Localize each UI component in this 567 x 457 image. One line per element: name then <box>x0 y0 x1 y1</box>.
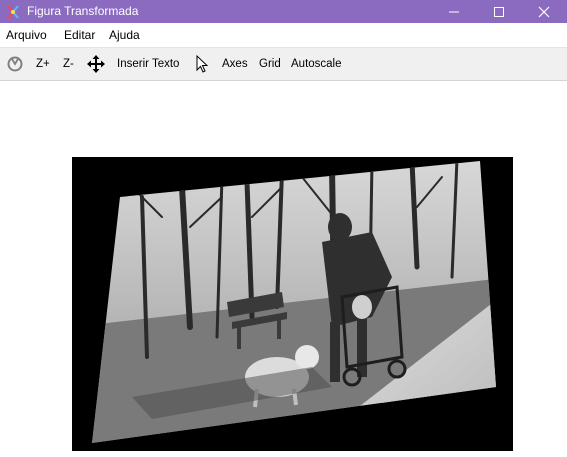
maximize-icon <box>494 7 504 17</box>
insert-text-button[interactable]: Inserir Texto <box>117 57 179 71</box>
figure-axes-area[interactable] <box>72 157 513 451</box>
app-icon <box>7 5 19 19</box>
zoom-in-button[interactable]: Z+ <box>36 57 50 71</box>
menu-arquivo[interactable]: Arquivo <box>6 28 47 42</box>
minimize-icon <box>449 11 459 13</box>
menu-ajuda[interactable]: Ajuda <box>109 28 140 42</box>
close-button[interactable] <box>521 0 567 23</box>
transformed-photo <box>92 161 496 443</box>
grid-button[interactable]: Grid <box>259 57 281 71</box>
menu-bar: Arquivo Editar Ajuda <box>0 23 567 48</box>
title-bar: Figura Transformada <box>0 0 567 23</box>
axes-button[interactable]: Axes <box>222 57 248 71</box>
autoscale-button[interactable]: Autoscale <box>291 57 342 71</box>
window-title: Figura Transformada <box>27 4 139 18</box>
zoom-out-button[interactable]: Z- <box>63 57 74 71</box>
figure-canvas[interactable] <box>0 81 567 457</box>
move-arrows-icon[interactable] <box>86 54 106 74</box>
minimize-button[interactable] <box>431 0 477 23</box>
maximize-button[interactable] <box>476 0 522 23</box>
toolbar: Z+ Z- Inserir Texto Axes Grid Autoscale <box>0 48 567 81</box>
close-icon <box>538 6 550 18</box>
menu-editar[interactable]: Editar <box>64 28 95 42</box>
pointer-icon[interactable] <box>193 54 213 74</box>
home-reset-icon[interactable] <box>5 54 25 74</box>
